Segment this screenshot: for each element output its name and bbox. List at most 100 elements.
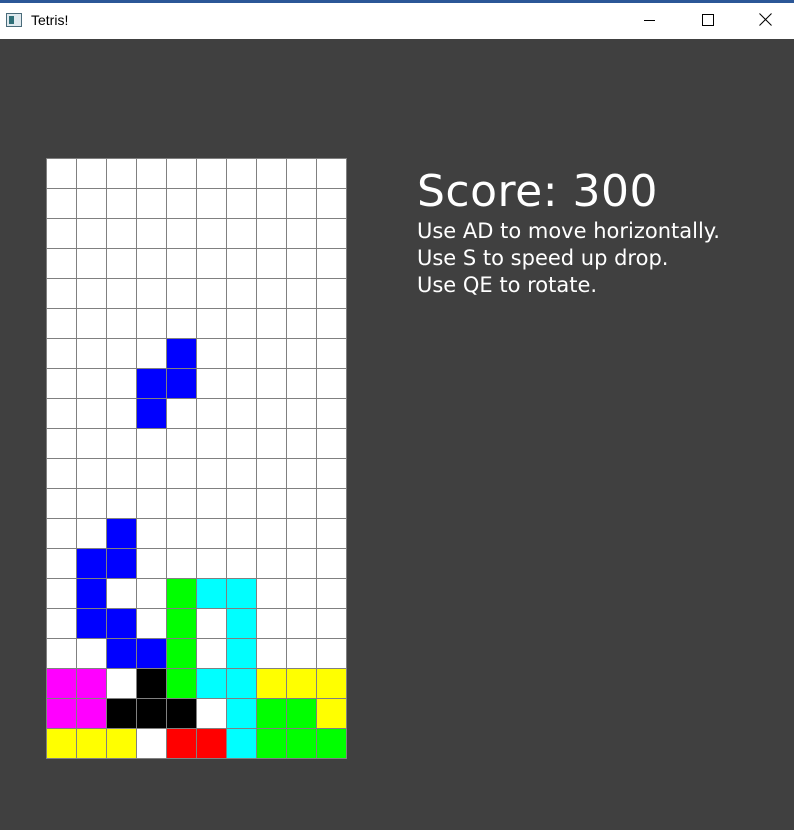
instruction-move: Use AD to move horizontally. bbox=[417, 219, 720, 243]
board-cell-filled bbox=[167, 669, 196, 698]
board-cell-empty bbox=[317, 489, 346, 518]
board-cell-empty bbox=[287, 429, 316, 458]
board-cell-empty bbox=[257, 579, 286, 608]
board-cell-empty bbox=[167, 459, 196, 488]
board-cell-filled bbox=[167, 699, 196, 728]
board-cell-empty bbox=[227, 249, 256, 278]
board-cell-empty bbox=[257, 159, 286, 188]
board-cell-filled bbox=[227, 669, 256, 698]
board-cell-filled bbox=[107, 639, 136, 668]
board-cell-empty bbox=[287, 609, 316, 638]
board-cell-empty bbox=[47, 309, 76, 338]
board-cell-empty bbox=[107, 159, 136, 188]
board-cell-empty bbox=[287, 549, 316, 578]
minimize-icon bbox=[644, 20, 655, 21]
board-cell-empty bbox=[287, 639, 316, 668]
board-cell-empty bbox=[137, 609, 166, 638]
board-cell-empty bbox=[47, 429, 76, 458]
board-cell-empty bbox=[227, 219, 256, 248]
board-cell-empty bbox=[137, 729, 166, 758]
board-cell-empty bbox=[257, 639, 286, 668]
board-cell-empty bbox=[197, 429, 226, 458]
board-cell-empty bbox=[47, 639, 76, 668]
board-cell-empty bbox=[227, 279, 256, 308]
board-cell-empty bbox=[47, 339, 76, 368]
board-cell-empty bbox=[317, 609, 346, 638]
board-cell-filled bbox=[227, 609, 256, 638]
board-cell-empty bbox=[107, 489, 136, 518]
board-cell-empty bbox=[47, 609, 76, 638]
board-cell-filled bbox=[107, 609, 136, 638]
board-cell-empty bbox=[317, 159, 346, 188]
board-cell-filled bbox=[227, 699, 256, 728]
board-cell-empty bbox=[77, 369, 106, 398]
board-cell-empty bbox=[227, 549, 256, 578]
board-cell-filled bbox=[47, 699, 76, 728]
board-cell-filled bbox=[77, 729, 106, 758]
board-cell-empty bbox=[317, 579, 346, 608]
board-cell-empty bbox=[77, 339, 106, 368]
board-cell-empty bbox=[77, 399, 106, 428]
board-cell-empty bbox=[317, 459, 346, 488]
close-button[interactable] bbox=[736, 3, 794, 39]
board-cell-empty bbox=[287, 159, 316, 188]
board-cell-filled bbox=[107, 729, 136, 758]
app-window-icon bbox=[6, 13, 22, 27]
board-cell-empty bbox=[227, 519, 256, 548]
board-cell-empty bbox=[47, 399, 76, 428]
board-cell-empty bbox=[287, 279, 316, 308]
board-cell-empty bbox=[257, 549, 286, 578]
board-cell-empty bbox=[47, 369, 76, 398]
board-cell-empty bbox=[77, 309, 106, 338]
board-cell-empty bbox=[257, 459, 286, 488]
minimize-button[interactable] bbox=[620, 3, 678, 39]
maximize-button[interactable] bbox=[678, 3, 736, 39]
board-cell-empty bbox=[257, 249, 286, 278]
board-cell-empty bbox=[197, 609, 226, 638]
board-cell-empty bbox=[257, 369, 286, 398]
board-cell-empty bbox=[287, 219, 316, 248]
board-cell-empty bbox=[197, 249, 226, 278]
board-cell-empty bbox=[317, 219, 346, 248]
window-title: Tetris! bbox=[31, 12, 69, 28]
board-cell-empty bbox=[317, 339, 346, 368]
board-cell-empty bbox=[317, 399, 346, 428]
board-cell-filled bbox=[77, 579, 106, 608]
board-cell-empty bbox=[47, 249, 76, 278]
board-cell-empty bbox=[197, 399, 226, 428]
board-cell-filled bbox=[167, 339, 196, 368]
board-cell-filled bbox=[167, 609, 196, 638]
board-cell-empty bbox=[107, 309, 136, 338]
board-cell-filled bbox=[107, 519, 136, 548]
board-cell-empty bbox=[317, 429, 346, 458]
board-cell-empty bbox=[197, 489, 226, 518]
board-cell-filled bbox=[317, 729, 346, 758]
board-cell-empty bbox=[137, 189, 166, 218]
game-window: Tetris! Score: 300 Use AD to move horizo… bbox=[0, 0, 794, 830]
board-cell-empty bbox=[317, 519, 346, 548]
board-cell-empty bbox=[227, 309, 256, 338]
board-cell-filled bbox=[317, 669, 346, 698]
board-cell-filled bbox=[167, 729, 196, 758]
board-cell-empty bbox=[287, 489, 316, 518]
board-cell-empty bbox=[227, 429, 256, 458]
board-cell-empty bbox=[197, 339, 226, 368]
board-cell-filled bbox=[167, 579, 196, 608]
board-cell-empty bbox=[47, 219, 76, 248]
board-cell-empty bbox=[167, 249, 196, 278]
board-cell-empty bbox=[197, 639, 226, 668]
board-cell-empty bbox=[227, 189, 256, 218]
board-cell-filled bbox=[227, 579, 256, 608]
board-cell-empty bbox=[167, 159, 196, 188]
board-cell-filled bbox=[227, 639, 256, 668]
board-cell-empty bbox=[47, 489, 76, 518]
board-cell-filled bbox=[137, 369, 166, 398]
board-cell-empty bbox=[287, 579, 316, 608]
board-cell-empty bbox=[107, 459, 136, 488]
title-bar[interactable]: Tetris! bbox=[0, 3, 794, 39]
board-cell-empty bbox=[77, 159, 106, 188]
board-cell-empty bbox=[227, 369, 256, 398]
board-cell-empty bbox=[257, 519, 286, 548]
board-cell-empty bbox=[167, 399, 196, 428]
board-cell-filled bbox=[167, 639, 196, 668]
